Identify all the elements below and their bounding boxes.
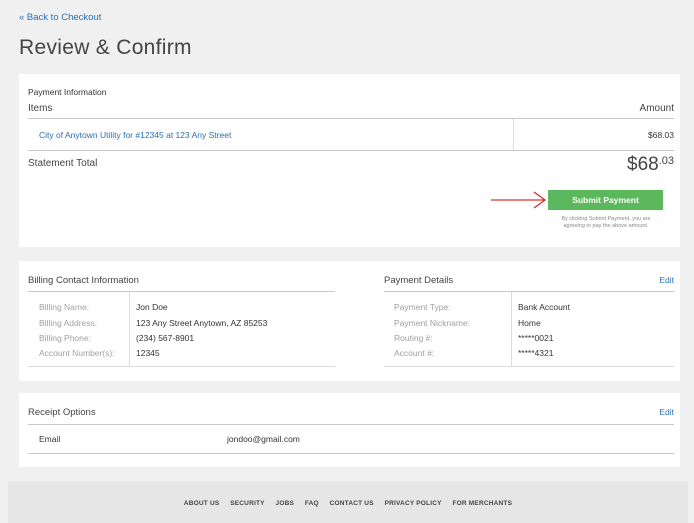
footer-link-jobs[interactable]: JOBS bbox=[276, 500, 295, 507]
back-to-checkout-link[interactable]: « Back to Checkout bbox=[19, 12, 101, 23]
divider bbox=[384, 291, 674, 292]
payment-details-edit-link[interactable]: Edit bbox=[659, 275, 674, 285]
column-divider bbox=[511, 292, 512, 366]
divider bbox=[384, 366, 674, 367]
divider bbox=[28, 118, 674, 119]
statement-total-label: Statement Total bbox=[28, 158, 98, 169]
payment-information-label: Payment Information bbox=[28, 87, 107, 97]
footer-link-contact-us[interactable]: CONTACT US bbox=[330, 500, 374, 507]
payment-nickname-value: Home bbox=[518, 318, 541, 328]
divider bbox=[28, 453, 674, 454]
divider bbox=[28, 366, 335, 367]
footer-link-security[interactable]: SECURITY bbox=[230, 500, 264, 507]
item-description-link[interactable]: City of Anytown Utility for #12345 at 12… bbox=[39, 130, 231, 140]
billing-and-payment-card: Billing Contact Information Billing Name… bbox=[19, 261, 680, 381]
receipt-method-label: Email bbox=[39, 434, 61, 444]
payment-type-value: Bank Account bbox=[518, 302, 570, 312]
billing-phone-label: Billing Phone: bbox=[39, 333, 91, 343]
footer-link-for-merchants[interactable]: FOR MERCHANTS bbox=[452, 500, 512, 507]
routing-number-value: *****0021 bbox=[518, 333, 554, 343]
billing-contact-title: Billing Contact Information bbox=[28, 275, 139, 286]
items-header: Items bbox=[28, 103, 53, 114]
payment-details-title: Payment Details bbox=[384, 275, 454, 286]
receipt-options-card: Receipt Options Edit Email jondoo@gmail.… bbox=[19, 393, 680, 467]
payment-information-card: Payment Information Items Amount City of… bbox=[19, 74, 680, 247]
footer-link-about-us[interactable]: ABOUT US bbox=[184, 500, 220, 507]
statement-total-cents: .03 bbox=[658, 155, 674, 167]
receipt-options-edit-link[interactable]: Edit bbox=[659, 407, 674, 417]
routing-number-label: Routing #: bbox=[394, 333, 433, 343]
payment-type-label: Payment Type: bbox=[394, 302, 451, 312]
footer-link-faq[interactable]: FAQ bbox=[305, 500, 319, 507]
account-numbers-value: 12345 bbox=[136, 348, 160, 358]
billing-address-value: 123 Any Street Anytown, AZ 85253 bbox=[136, 318, 268, 328]
receipt-options-title: Receipt Options bbox=[28, 407, 96, 418]
column-divider bbox=[129, 292, 130, 366]
divider bbox=[28, 424, 674, 425]
amount-header: Amount bbox=[639, 103, 674, 114]
account-number-value: *****4321 bbox=[518, 348, 554, 358]
item-amount: $68.03 bbox=[648, 130, 674, 140]
payment-nickname-label: Payment Nickname: bbox=[394, 318, 471, 328]
submit-disclaimer: By clicking Submit Payment, you are agre… bbox=[561, 216, 651, 230]
column-divider bbox=[513, 119, 514, 150]
right-arrow-icon bbox=[491, 191, 547, 209]
page: « Back to Checkout Review & Confirm Paym… bbox=[8, 0, 688, 523]
footer: ABOUT US SECURITY JOBS FAQ CONTACT US PR… bbox=[8, 481, 688, 523]
divider bbox=[28, 291, 335, 292]
divider bbox=[28, 150, 674, 151]
statement-total-value: $68.03 bbox=[627, 154, 674, 176]
receipt-email-value: jondoo@gmail.com bbox=[227, 434, 300, 444]
footer-link-privacy-policy[interactable]: PRIVACY POLICY bbox=[385, 500, 442, 507]
page-title: Review & Confirm bbox=[19, 36, 192, 59]
statement-total-dollars: $68 bbox=[627, 154, 659, 175]
billing-name-value: Jon Doe bbox=[136, 302, 168, 312]
footer-nav: ABOUT US SECURITY JOBS FAQ CONTACT US PR… bbox=[8, 500, 688, 507]
submit-payment-button[interactable]: Submit Payment bbox=[548, 190, 663, 210]
billing-address-label: Billing Address: bbox=[39, 318, 98, 328]
account-number-label: Account #: bbox=[394, 348, 435, 358]
account-numbers-label: Account Number(s): bbox=[39, 348, 115, 358]
billing-name-label: Billing Name: bbox=[39, 302, 90, 312]
billing-phone-value: (234) 567-8901 bbox=[136, 333, 195, 343]
